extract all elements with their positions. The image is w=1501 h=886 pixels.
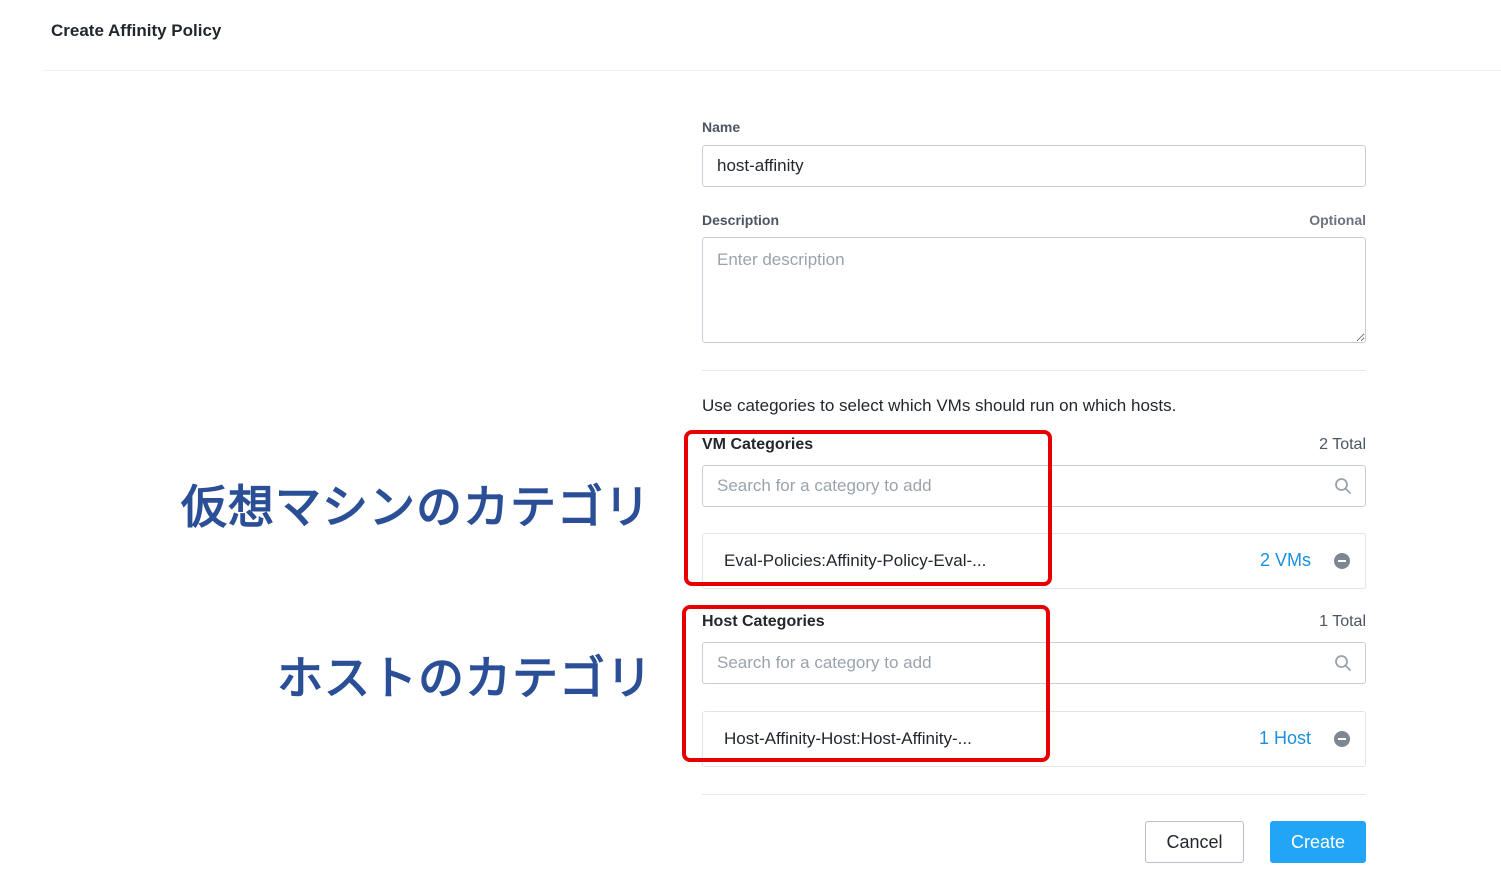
search-icon — [1335, 655, 1351, 671]
remove-icon[interactable] — [1333, 552, 1351, 570]
dialog-header: Create Affinity Policy — [0, 0, 1501, 71]
vm-categories-highlight — [684, 430, 1052, 586]
host-category-annotation: ホストのカテゴリ — [277, 651, 653, 705]
categories-hint: Use categories to select which VMs shoul… — [702, 396, 1177, 415]
host-categories-total: 1 Total — [1319, 613, 1366, 630]
vm-categories-total: 2 Total — [1319, 436, 1366, 453]
name-input[interactable] — [702, 145, 1366, 187]
description-label: Description — [702, 212, 780, 228]
search-icon — [1335, 478, 1351, 494]
header-divider — [43, 70, 1501, 71]
host-categories-highlight — [682, 605, 1050, 762]
vm-category-annotation: 仮想マシンのカテゴリ — [181, 480, 651, 534]
vm-count-link[interactable]: 2 VMs — [1260, 550, 1311, 571]
create-button[interactable]: Create — [1270, 821, 1366, 863]
host-count-link[interactable]: 1 Host — [1259, 728, 1311, 749]
cancel-button[interactable]: Cancel — [1145, 821, 1244, 863]
dialog-title: Create Affinity Policy — [51, 21, 222, 40]
name-label: Name — [702, 119, 741, 135]
optional-label: Optional — [1309, 212, 1366, 228]
section-divider — [702, 370, 1366, 371]
footer-divider — [702, 794, 1366, 795]
description-textarea[interactable] — [702, 237, 1366, 343]
remove-icon[interactable] — [1333, 730, 1351, 748]
